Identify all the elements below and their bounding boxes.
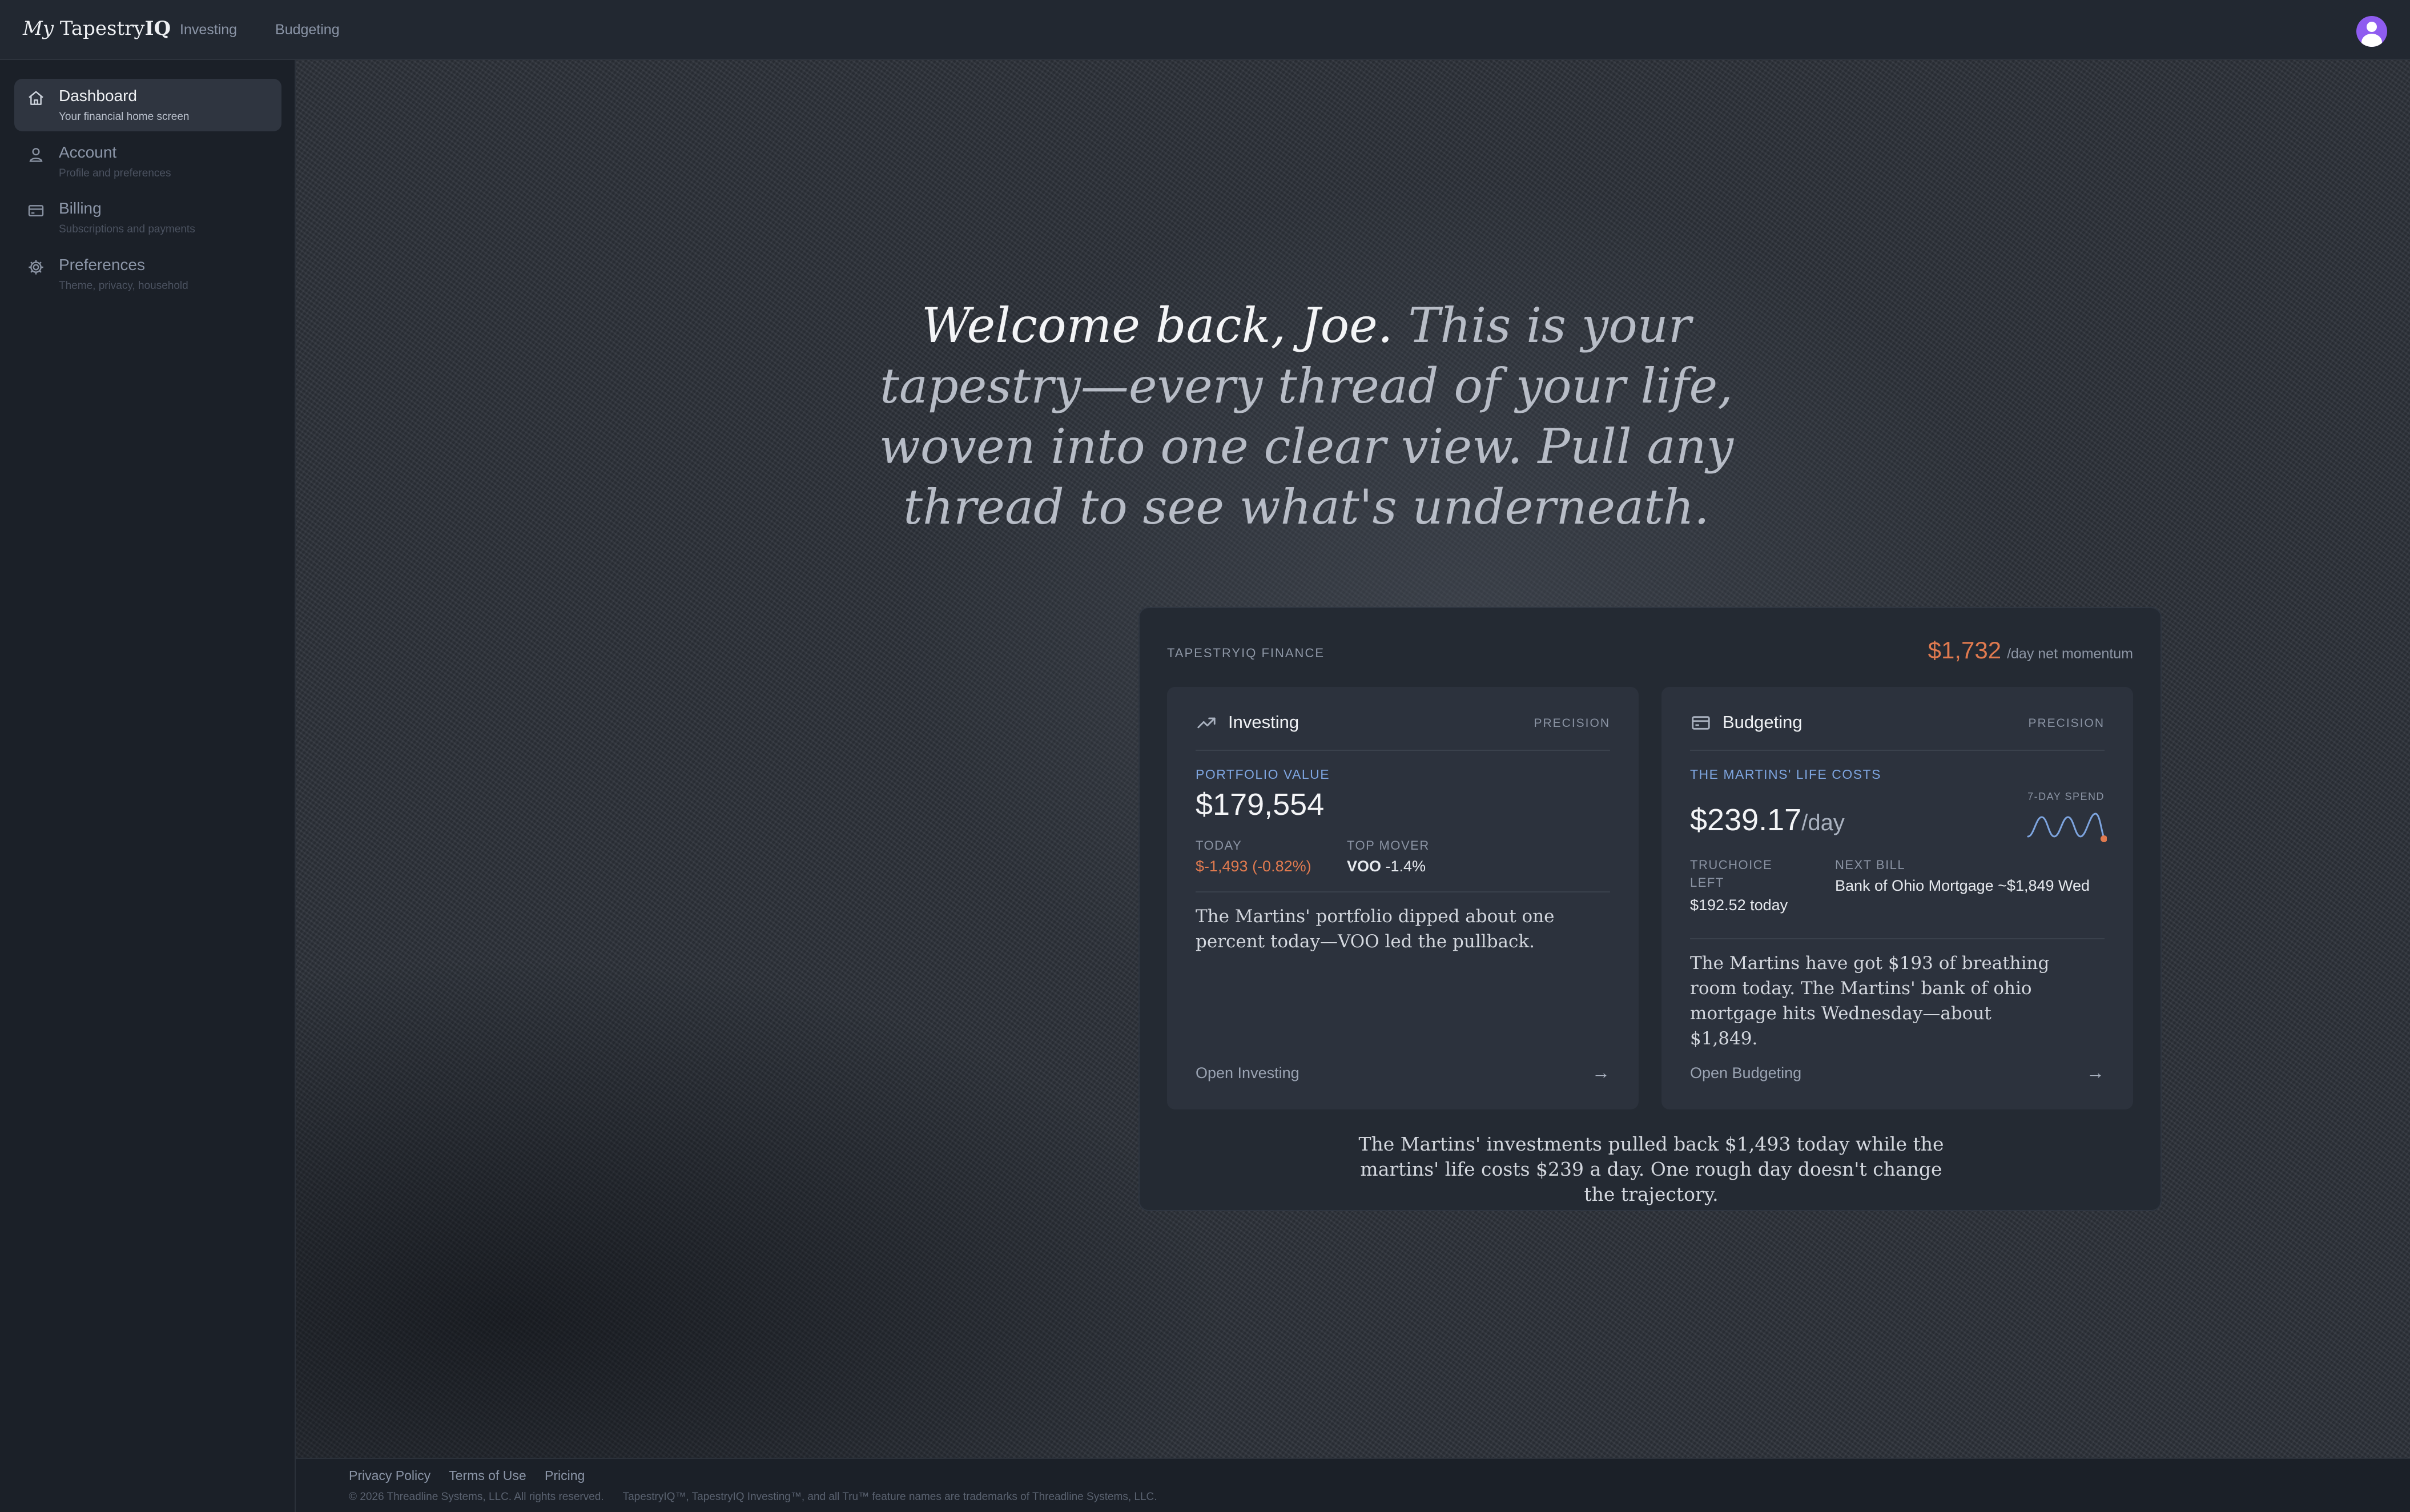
life-costs-label: THE MARTINS' LIFE COSTS xyxy=(1690,767,1881,782)
today-change: $-1,493 (-0.82%) xyxy=(1196,858,1311,875)
arrow-right-icon[interactable]: → xyxy=(2086,1062,2105,1083)
trending-chart-icon xyxy=(1196,712,1217,734)
avatar-body-shape xyxy=(2361,34,2382,47)
avatar-head-shape xyxy=(2367,22,2377,32)
welcome-hero: Welcome back, Joe. This is your tapestry… xyxy=(838,295,1775,537)
truchoice-left-label: TRUCHOICE LEFT xyxy=(1690,858,1773,890)
user-icon xyxy=(27,146,45,164)
top-mover-label: TOP MOVER xyxy=(1347,838,1430,852)
logo-prefix: My xyxy=(23,17,54,40)
portfolio-value-label: PORTFOLIO VALUE xyxy=(1196,767,1330,782)
top-mover-ticker: VOO xyxy=(1347,858,1382,875)
privacy-policy-link[interactable]: Privacy Policy xyxy=(349,1468,430,1483)
footer-links: Privacy Policy Terms of Use Pricing xyxy=(349,1468,600,1483)
sidebar-item-account[interactable]: Account Profile and preferences xyxy=(14,135,281,188)
card-title: Investing xyxy=(1228,712,1299,732)
sidebar-item-label: Dashboard xyxy=(59,87,137,104)
home-icon xyxy=(27,89,45,107)
sidebar-item-billing[interactable]: Billing Subscriptions and payments xyxy=(14,191,281,244)
sparkline-path xyxy=(2027,813,2105,839)
footer-legal: © 2026 Threadline Systems, LLC. All righ… xyxy=(349,1491,1173,1503)
daily-cost: $239.17 xyxy=(1690,803,1802,837)
pricing-link[interactable]: Pricing xyxy=(545,1468,585,1483)
budgeting-card[interactable]: Budgeting PRECISION THE MARTINS' LIFE CO… xyxy=(1661,687,2133,1109)
investing-card[interactable]: Investing PRECISION PORTFOLIO VALUE $179… xyxy=(1167,687,1639,1109)
investing-summary: The Martins' portfolio dipped about one … xyxy=(1196,906,1555,952)
budgeting-summary: The Martins have got $193 of breathing r… xyxy=(1690,953,2050,1049)
logo-suffix: IQ xyxy=(144,17,171,40)
sidebar-item-dashboard[interactable]: Dashboard Your financial home screen xyxy=(14,79,281,131)
truchoice-left-value: $192.52 today xyxy=(1690,896,1788,914)
app-logo[interactable]: My TapestryIQ xyxy=(23,17,171,40)
sidebar-item-sub: Theme, privacy, household xyxy=(59,280,188,292)
sidebar-item-sub: Your financial home screen xyxy=(59,111,190,123)
momentum-value: $1,732 xyxy=(1928,637,2002,663)
sidebar-item-label: Account xyxy=(59,143,117,161)
precision-tag: PRECISION xyxy=(1534,717,1610,730)
top-mover-change: -1.4% xyxy=(1385,858,1426,875)
precision-tag: PRECISION xyxy=(2028,717,2105,730)
main-content: Welcome back, Joe. This is your tapestry… xyxy=(296,60,2410,1458)
life-costs-value: $239.17/day xyxy=(1690,802,1845,838)
today-label: TODAY xyxy=(1196,838,1242,852)
panel-summary: The Martins' investments pulled back $1,… xyxy=(1358,1133,1944,1205)
next-bill-value: Bank of Ohio Mortgage ~$1,849 Wed xyxy=(1835,877,2090,894)
top-mover-value: VOO -1.4% xyxy=(1347,855,1426,878)
sidebar-item-sub: Subscriptions and payments xyxy=(59,223,195,235)
arrow-right-icon[interactable]: → xyxy=(1592,1062,1610,1083)
divider xyxy=(1690,750,2105,751)
portfolio-value: $179,554 xyxy=(1196,787,1325,822)
sidebar-item-sub: Profile and preferences xyxy=(59,167,171,179)
sparkline-end-dot xyxy=(2101,835,2107,842)
divider xyxy=(1196,891,1610,892)
open-investing-link[interactable]: Open Investing xyxy=(1196,1064,1299,1082)
sidebar-item-label: Billing xyxy=(59,199,102,217)
divider xyxy=(1196,750,1610,751)
terms-of-use-link[interactable]: Terms of Use xyxy=(449,1468,526,1483)
sidebar-item-label: Preferences xyxy=(59,256,145,274)
copyright-text: © 2026 Threadline Systems, LLC. All righ… xyxy=(349,1491,604,1503)
open-budgeting-link[interactable]: Open Budgeting xyxy=(1690,1064,1801,1082)
user-avatar-icon[interactable] xyxy=(2356,16,2387,47)
footer: Privacy Policy Terms of Use Pricing © 20… xyxy=(296,1458,2410,1512)
nav-investing[interactable]: Investing xyxy=(180,22,237,38)
wallet-card-icon xyxy=(1690,712,1712,734)
divider xyxy=(1690,938,2105,939)
spend-sparkline-label: 7-DAY SPEND xyxy=(2027,791,2105,802)
welcome-greeting: Welcome back, Joe. xyxy=(921,297,1393,353)
logo-name: Tapestry xyxy=(59,17,145,40)
trademark-text: TapestryIQ™, TapestryIQ Investing™, and … xyxy=(622,1491,1157,1503)
finance-panel: TAPESTRYIQ FINANCE $1,732/day net moment… xyxy=(1138,607,2162,1211)
card-title: Budgeting xyxy=(1723,712,1803,732)
per-day-unit: /day xyxy=(1801,810,1845,835)
sidebar-item-preferences[interactable]: Preferences Theme, privacy, household xyxy=(14,248,281,300)
credit-card-icon xyxy=(27,202,45,220)
next-bill-label: NEXT BILL xyxy=(1835,858,1906,872)
sidebar: Dashboard Your financial home screen Acc… xyxy=(0,60,296,1512)
spend-sparkline xyxy=(2027,813,2107,842)
top-nav: Investing Budgeting xyxy=(180,22,374,38)
nav-budgeting[interactable]: Budgeting xyxy=(275,22,340,38)
top-bar: My TapestryIQ Investing Budgeting xyxy=(0,0,2410,60)
net-momentum: $1,732/day net momentum xyxy=(1928,637,2133,664)
momentum-unit: /day net momentum xyxy=(2007,646,2133,662)
gear-icon xyxy=(27,258,45,276)
panel-brand: TAPESTRYIQ FINANCE xyxy=(1167,646,1325,660)
